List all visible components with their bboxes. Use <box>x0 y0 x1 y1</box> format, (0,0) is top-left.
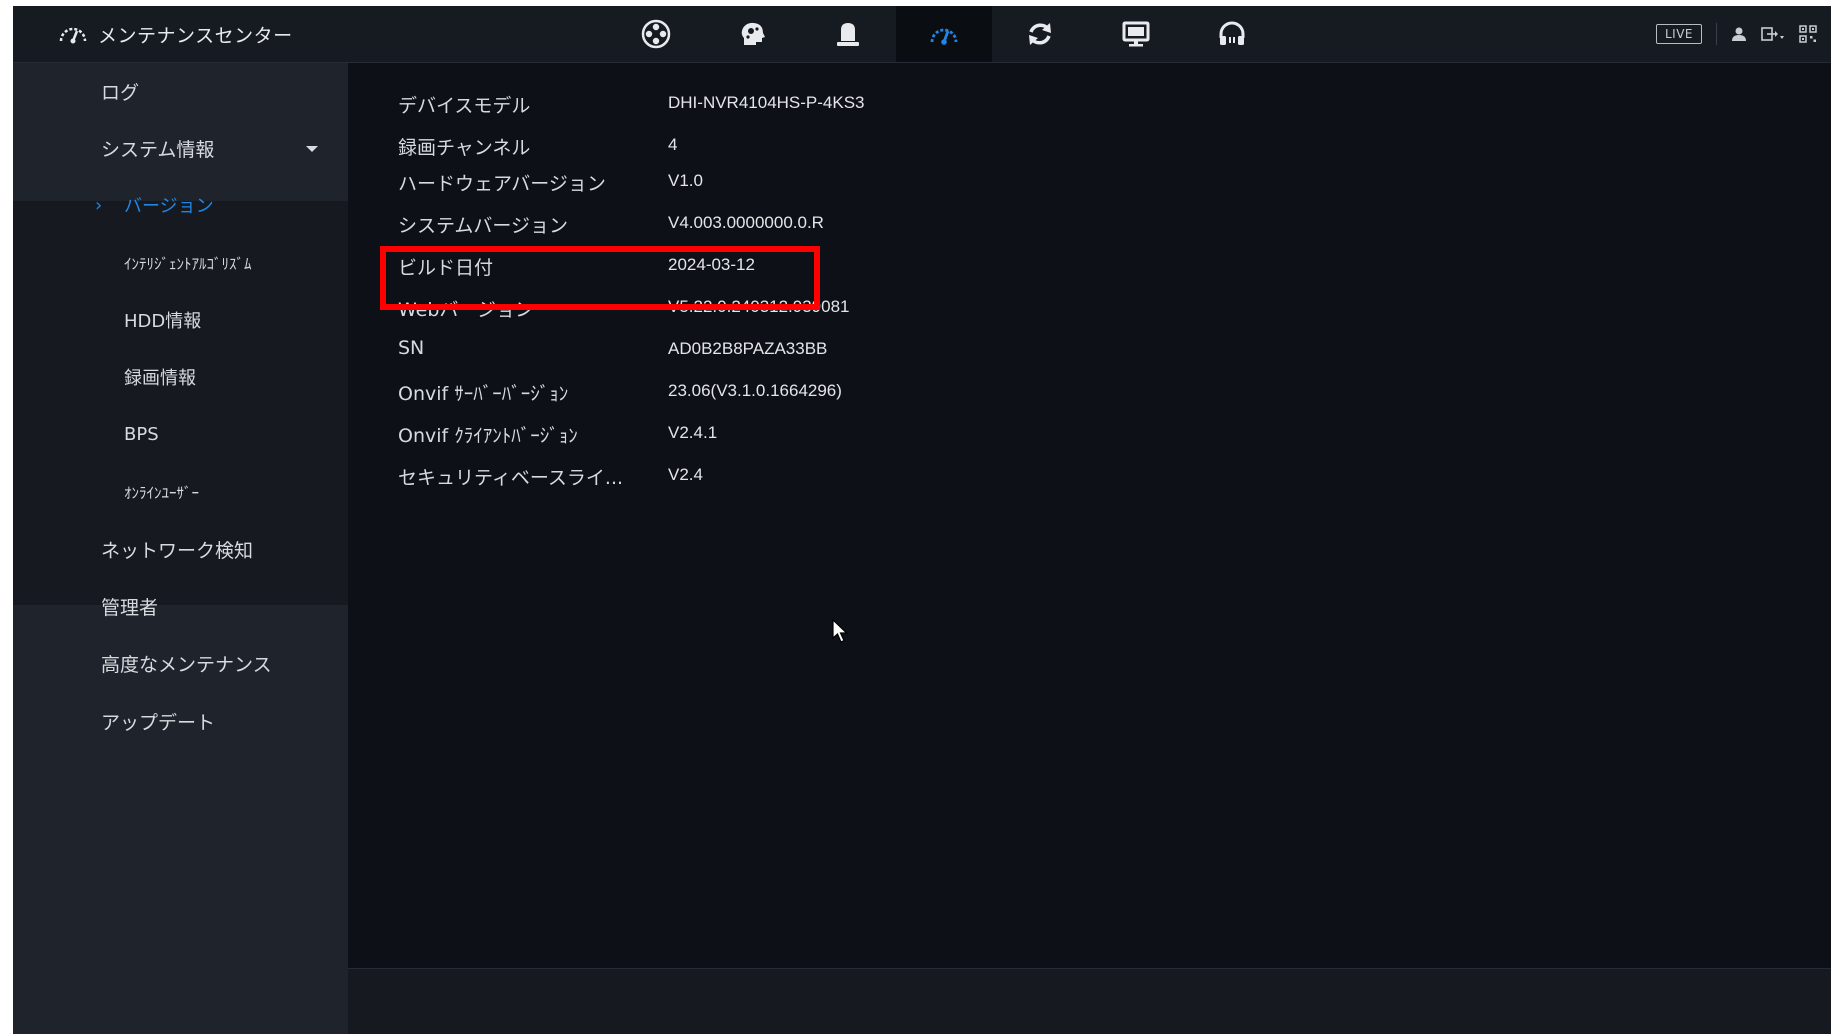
build-date-highlight <box>380 246 820 310</box>
sidebar-item-update[interactable]: アップデート <box>13 701 348 741</box>
info-label: デバイスモデル <box>398 95 531 117</box>
sidebar-item-label: バージョン <box>124 196 214 217</box>
sidebar-item-admin[interactable]: 管理者 <box>13 586 348 626</box>
mouse-cursor-icon <box>832 619 848 643</box>
sidebar-item-label: ログ <box>101 81 140 104</box>
alarm-light-icon <box>833 19 863 49</box>
gauge-icon <box>58 21 88 47</box>
tab-maintenance[interactable] <box>896 6 992 62</box>
info-row-record-channel: 録画チャンネル 4 <box>348 127 1348 163</box>
live-button[interactable]: LIVE <box>1655 24 1702 44</box>
tab-alarm[interactable] <box>800 6 896 62</box>
refresh-icon <box>1025 19 1055 49</box>
sidebar-item-record-info[interactable]: 録画情報 <box>13 357 348 397</box>
page-title: メンテナンスセンター <box>98 24 293 47</box>
sidebar-item-label: HDD情報 <box>124 311 202 332</box>
tab-display[interactable] <box>1088 6 1184 62</box>
app-window: メンテナンスセンター LIVE ログ システム情報 › バージョン ｲﾝﾃﾘｼﾞ… <box>13 6 1831 1034</box>
top-bar: メンテナンスセンター LIVE <box>13 6 1831 63</box>
info-row-system-version: システムバージョン V4.003.0000000.0.R <box>348 205 1348 241</box>
sidebar-item-intelligent-algorithm[interactable]: ｲﾝﾃﾘｼﾞｪﾝﾄｱﾙｺﾞﾘｽﾞﾑ <box>13 243 348 283</box>
footer-bar <box>348 968 1831 1034</box>
ai-head-icon <box>737 19 767 49</box>
info-row-security-baseline: セキュリティベースライ... V2.4 <box>348 457 1348 493</box>
info-value: DHI-NVR4104HS-P-4KS3 <box>668 93 865 112</box>
info-value: V2.4.1 <box>668 423 718 442</box>
version-info-panel: デバイスモデル DHI-NVR4104HS-P-4KS3 録画チャンネル 4 ハ… <box>348 63 1831 968</box>
sidebar-item-hdd-info[interactable]: HDD情報 <box>13 300 348 340</box>
info-label: SN <box>398 337 425 359</box>
info-value: V4.003.0000000.0.R <box>668 213 824 232</box>
sidebar-item-label: ネットワーク検知 <box>101 539 254 562</box>
info-value: AD0B2B8PAZA33BB <box>668 339 828 358</box>
app-brand: メンテナンスセンター <box>58 18 293 50</box>
caret-down-icon <box>306 146 318 152</box>
info-row-onvif-server-version: Onvif ｻｰﾊﾞｰﾊﾞｰｼﾞｮﾝ 23.06(V3.1.0.1664296) <box>348 373 1348 409</box>
qr-code-icon[interactable] <box>1799 25 1817 43</box>
sidebar-item-label: システム情報 <box>101 138 215 161</box>
sidebar-item-system-info[interactable]: システム情報 <box>13 128 348 168</box>
tab-backup[interactable] <box>992 6 1088 62</box>
tab-playback[interactable] <box>608 6 704 62</box>
info-label: ハードウェアバージョン <box>398 173 606 195</box>
sidebar-item-version[interactable]: › バージョン <box>13 185 348 225</box>
info-label: Onvif ｸﾗｲｱﾝﾄﾊﾞｰｼﾞｮﾝ <box>398 425 578 447</box>
sidebar-item-advanced-maintenance[interactable]: 高度なメンテナンス <box>13 643 348 683</box>
film-reel-icon <box>641 19 671 49</box>
info-label: 録画チャンネル <box>398 137 531 159</box>
divider <box>1716 23 1717 45</box>
info-row-hardware-version: ハードウェアバージョン V1.0 <box>348 163 1348 199</box>
info-label: セキュリティベースライ... <box>398 467 624 489</box>
sidebar-item-label: 録画情報 <box>124 368 196 389</box>
info-row-device-model: デバイスモデル DHI-NVR4104HS-P-4KS3 <box>348 85 1348 121</box>
gauge-icon <box>928 20 960 48</box>
info-row-onvif-client-version: Onvif ｸﾗｲｱﾝﾄﾊﾞｰｼﾞｮﾝ V2.4.1 <box>348 415 1348 451</box>
sidebar-item-label: ｵﾝﾗｲﾝﾕｰｻﾞｰ <box>124 483 200 502</box>
sidebar-item-bps[interactable]: BPS <box>13 414 348 454</box>
sidebar-item-label: ｲﾝﾃﾘｼﾞｪﾝﾄｱﾙｺﾞﾘｽﾞﾑ <box>124 254 252 273</box>
info-value: 4 <box>668 135 678 154</box>
info-label: Onvif ｻｰﾊﾞｰﾊﾞｰｼﾞｮﾝ <box>398 383 569 405</box>
tab-audio[interactable] <box>1184 6 1280 62</box>
info-value: V1.0 <box>668 171 703 190</box>
sidebar-item-online-users[interactable]: ｵﾝﾗｲﾝﾕｰｻﾞｰ <box>13 472 348 512</box>
sidebar-item-label: 管理者 <box>101 596 159 619</box>
user-icon[interactable] <box>1731 26 1747 42</box>
monitor-icon <box>1121 19 1151 49</box>
headset-icon <box>1217 19 1247 49</box>
sidebar-item-label: アップデート <box>101 711 216 734</box>
sidebar-item-label: 高度なメンテナンス <box>101 653 272 676</box>
tab-ai[interactable] <box>704 6 800 62</box>
info-label: システムバージョン <box>398 215 569 237</box>
sidebar-item-log[interactable]: ログ <box>13 71 348 111</box>
top-right-controls: LIVE <box>1655 6 1817 62</box>
chevron-right-icon: › <box>95 194 103 216</box>
sidebar-item-network-detect[interactable]: ネットワーク検知 <box>13 529 348 569</box>
logout-icon[interactable] <box>1761 26 1785 42</box>
sidebar: ログ システム情報 › バージョン ｲﾝﾃﾘｼﾞｪﾝﾄｱﾙｺﾞﾘｽﾞﾑ HDD情… <box>13 63 348 1034</box>
info-row-sn: SN AD0B2B8PAZA33BB <box>348 331 1348 367</box>
info-value: 23.06(V3.1.0.1664296) <box>668 381 842 400</box>
sidebar-item-label: BPS <box>124 423 159 445</box>
info-value: V2.4 <box>668 465 703 484</box>
